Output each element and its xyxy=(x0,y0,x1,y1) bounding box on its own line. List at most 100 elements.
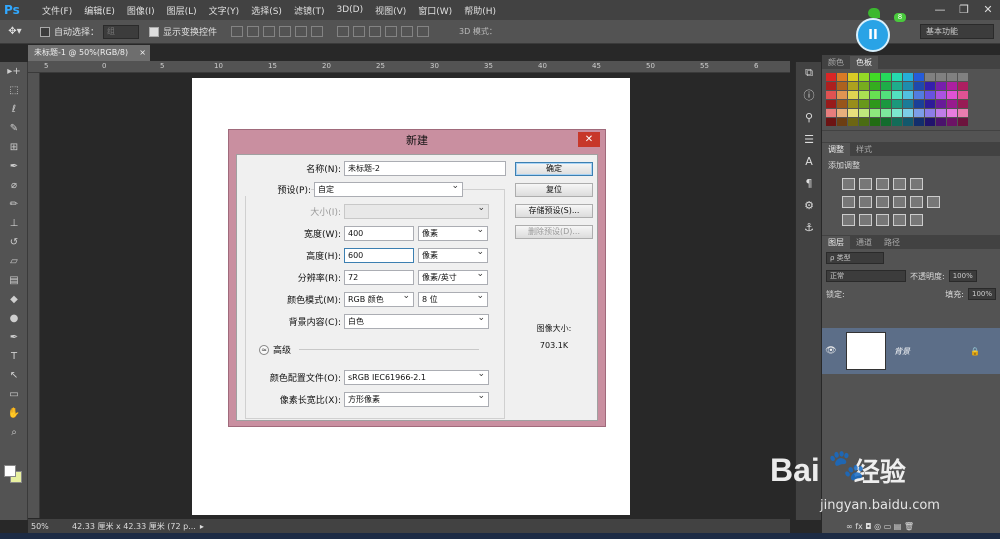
height-unit-select[interactable]: 像素 xyxy=(418,246,488,263)
tab-color[interactable]: 颜色 xyxy=(822,56,850,69)
menu-filter[interactable]: 滤镜(T) xyxy=(288,4,331,17)
distribute-hcenter-icon[interactable] xyxy=(401,26,414,37)
color-swatch[interactable] xyxy=(837,109,847,117)
menu-file[interactable]: 文件(F) xyxy=(36,4,78,17)
color-swatch[interactable] xyxy=(837,100,847,108)
align-top-icon[interactable] xyxy=(231,26,244,37)
layer-row-background[interactable]: 👁 背景 🔒 xyxy=(822,328,1000,374)
resolution-unit-select[interactable]: 像素/英寸 xyxy=(418,268,488,285)
document-info[interactable]: 42.33 厘米 x 42.33 厘米 (72 p... xyxy=(62,521,196,532)
color-swatch[interactable] xyxy=(936,91,946,99)
blend-mode-select[interactable]: 正常 xyxy=(826,270,906,282)
color-lookup-icon[interactable] xyxy=(927,196,940,208)
visibility-eye-icon[interactable]: 👁 xyxy=(822,346,840,356)
tool-presets-icon[interactable]: ☰ xyxy=(796,128,822,150)
color-mode-select[interactable]: RGB 颜色 xyxy=(344,290,414,307)
selective-color-icon[interactable] xyxy=(893,214,906,226)
color-swatch[interactable] xyxy=(892,100,902,108)
gradient-map-icon[interactable] xyxy=(910,214,923,226)
color-swatch[interactable] xyxy=(848,82,858,90)
document-tab[interactable]: 未标题-1 @ 50%(RGB/8) × xyxy=(28,45,150,61)
color-swatch[interactable] xyxy=(870,100,880,108)
color-swatch[interactable] xyxy=(903,73,913,81)
color-swatch[interactable] xyxy=(870,118,880,126)
color-swatch[interactable] xyxy=(892,109,902,117)
color-swatch[interactable] xyxy=(947,109,957,117)
clone-stamp-icon[interactable]: ⊥ xyxy=(0,214,28,233)
align-left-icon[interactable] xyxy=(279,26,292,37)
menu-3d[interactable]: 3D(D) xyxy=(330,5,369,15)
color-swatch[interactable] xyxy=(903,100,913,108)
color-swatch[interactable] xyxy=(826,91,836,99)
lasso-icon[interactable]: ℓ xyxy=(0,100,28,119)
color-swatch[interactable] xyxy=(826,118,836,126)
color-swatch[interactable] xyxy=(925,100,935,108)
levels-icon[interactable] xyxy=(859,178,872,190)
pause-button[interactable]: II xyxy=(856,18,890,52)
menu-help[interactable]: 帮助(H) xyxy=(458,4,502,17)
marquee-icon[interactable]: ⬚ xyxy=(0,81,28,100)
zoom-level[interactable]: 50% xyxy=(28,522,62,531)
color-swatch[interactable] xyxy=(958,118,968,126)
distribute-vcenter-icon[interactable] xyxy=(353,26,366,37)
invert-icon[interactable] xyxy=(842,214,855,226)
background-select[interactable]: 白色 xyxy=(344,312,489,329)
color-swatch[interactable] xyxy=(870,82,880,90)
paragraph-icon[interactable]: ¶ xyxy=(796,172,822,194)
color-swatch[interactable] xyxy=(936,82,946,90)
dialog-close-button[interactable]: ✕ xyxy=(578,132,600,147)
pixel-aspect-select[interactable]: 方形像素 xyxy=(344,390,489,407)
color-swatch[interactable] xyxy=(859,82,869,90)
tab-layers[interactable]: 图层 xyxy=(822,236,850,249)
distribute-left-icon[interactable] xyxy=(385,26,398,37)
color-swatch[interactable] xyxy=(958,109,968,117)
color-swatch[interactable] xyxy=(947,91,957,99)
preset-select[interactable]: 自定 xyxy=(314,180,463,197)
color-swatch[interactable] xyxy=(936,118,946,126)
layers-footer-icons[interactable]: ∞ fx ◘ ◎ ▭ ▤ 🗑 xyxy=(846,522,914,531)
distribute-bottom-icon[interactable] xyxy=(369,26,382,37)
black-white-icon[interactable] xyxy=(876,196,889,208)
gradient-icon[interactable]: ▤ xyxy=(0,271,28,290)
hue-saturation-icon[interactable] xyxy=(842,196,855,208)
color-swatch[interactable] xyxy=(914,109,924,117)
actions-icon[interactable]: ⚓ xyxy=(796,216,822,238)
color-swatch[interactable] xyxy=(903,118,913,126)
ok-button[interactable]: 确定 xyxy=(515,162,593,176)
color-swatch[interactable] xyxy=(892,118,902,126)
color-swatch[interactable] xyxy=(859,100,869,108)
color-swatch[interactable] xyxy=(848,109,858,117)
hand-icon[interactable]: ✋ xyxy=(0,404,28,423)
reset-button[interactable]: 复位 xyxy=(515,183,593,197)
layer-name[interactable]: 背景 xyxy=(894,346,910,357)
tab-paths[interactable]: 路径 xyxy=(878,236,906,249)
restore-button[interactable]: ❐ xyxy=(952,0,976,18)
exposure-icon[interactable] xyxy=(893,178,906,190)
path-select-icon[interactable]: ↖ xyxy=(0,366,28,385)
color-swatch[interactable] xyxy=(947,100,957,108)
menu-image[interactable]: 图像(I) xyxy=(121,4,161,17)
color-swatch[interactable] xyxy=(903,82,913,90)
save-preset-button[interactable]: 存储预设(S)... xyxy=(515,204,593,218)
crop-icon[interactable]: ⊞ xyxy=(0,138,28,157)
color-swatch[interactable] xyxy=(826,73,836,81)
color-swatch[interactable] xyxy=(914,91,924,99)
color-swatch[interactable] xyxy=(848,100,858,108)
type-icon[interactable]: T xyxy=(0,347,28,366)
menu-view[interactable]: 视图(V) xyxy=(369,4,412,17)
shape-icon[interactable]: ▭ xyxy=(0,385,28,404)
color-swatch[interactable] xyxy=(837,91,847,99)
color-balance-icon[interactable] xyxy=(859,196,872,208)
color-swatch[interactable] xyxy=(881,91,891,99)
healing-brush-icon[interactable]: ⌀ xyxy=(0,176,28,195)
blur-icon[interactable]: ◆ xyxy=(0,290,28,309)
align-vcenter-icon[interactable] xyxy=(247,26,260,37)
color-swatch[interactable] xyxy=(958,91,968,99)
color-swatch[interactable] xyxy=(925,73,935,81)
color-swatch[interactable] xyxy=(914,73,924,81)
color-swatch[interactable] xyxy=(936,100,946,108)
profile-select[interactable]: sRGB IEC61966-2.1 xyxy=(344,368,489,385)
vibrance-icon[interactable] xyxy=(910,178,923,190)
swatches-grid[interactable] xyxy=(822,69,1000,126)
zoom-icon[interactable]: ⌕ xyxy=(0,423,28,442)
